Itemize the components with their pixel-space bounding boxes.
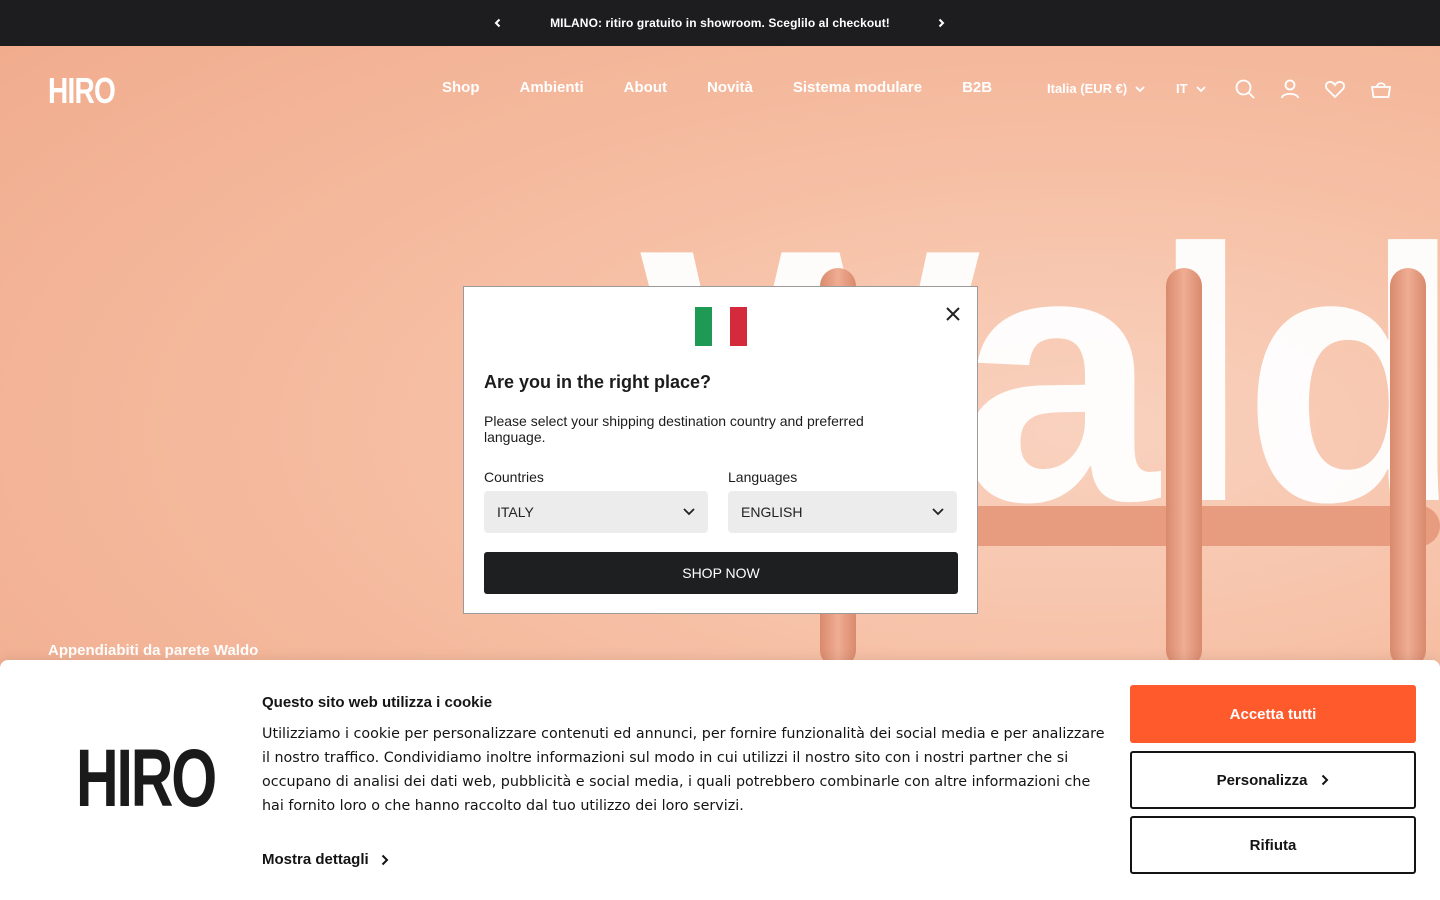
nav-item-shop[interactable]: Shop — [442, 79, 480, 96]
announcement-message: MILANO: ritiro gratuito in showroom. Sce… — [550, 16, 890, 30]
chevron-down-icon — [1195, 85, 1206, 92]
wishlist-button[interactable] — [1323, 77, 1347, 101]
modal-description: Please select your shipping destination … — [484, 413, 864, 445]
customize-label: Personalizza — [1216, 771, 1308, 789]
italy-flag-icon — [695, 307, 747, 346]
location-modal: Are you in the right place? Please selec… — [463, 286, 978, 614]
nav-item-sistema-modulare[interactable]: Sistema modulare — [793, 79, 922, 96]
language-selector[interactable]: IT — [1176, 81, 1206, 96]
countries-select-value: ITALY — [497, 504, 534, 520]
hero-peg-graphic — [1166, 268, 1202, 668]
nav-item-ambienti[interactable]: Ambienti — [520, 79, 584, 96]
modal-title: Are you in the right place? — [484, 372, 712, 392]
cookie-logo: HIRO — [76, 733, 217, 824]
heart-icon — [1325, 81, 1345, 99]
modal-close-button[interactable] — [941, 302, 965, 326]
cookie-banner: HIRO Questo sito web utilizza i cookie U… — [0, 660, 1440, 900]
close-icon — [946, 307, 960, 321]
user-icon — [1281, 79, 1299, 99]
customize-button[interactable]: Personalizza — [1130, 751, 1416, 809]
nav-item-novita[interactable]: Novità — [707, 79, 753, 96]
reject-button[interactable]: Rifiuta — [1130, 816, 1416, 874]
site-header: HIRO Shop Ambienti About Novità Sistema … — [0, 46, 1440, 132]
hero-peg-graphic — [1390, 268, 1426, 668]
accept-all-button[interactable]: Accetta tutti — [1130, 685, 1416, 743]
search-icon — [1235, 79, 1255, 99]
chevron-left-icon — [494, 18, 501, 28]
flag-stripe — [695, 307, 713, 346]
countries-label: Countries — [484, 469, 544, 485]
show-details-link[interactable]: Mostra dettagli — [262, 851, 389, 868]
cookie-text: Utilizziamo i cookie per personalizzare … — [262, 726, 1105, 814]
main-nav: Shop Ambienti About Novità Sistema modul… — [442, 79, 992, 96]
chevron-down-icon — [1135, 85, 1145, 92]
languages-label: Languages — [728, 469, 798, 485]
announcement-bar: MILANO: ritiro gratuito in showroom. Sce… — [0, 0, 1440, 46]
cookie-title: Questo sito web utilizza i cookie — [262, 694, 493, 711]
basket-icon — [1370, 82, 1392, 98]
country-selector-label: Italia (EUR €) — [1047, 81, 1128, 96]
languages-select[interactable]: ENGLISH — [728, 491, 957, 533]
language-selector-label: IT — [1176, 81, 1188, 96]
search-button[interactable] — [1233, 77, 1257, 101]
show-details-label: Mostra dettagli — [262, 851, 369, 868]
previous-announcement-button[interactable] — [488, 13, 508, 33]
chevron-right-icon — [381, 854, 389, 865]
nav-item-b2b[interactable]: B2B — [962, 79, 992, 96]
flag-stripe — [712, 307, 730, 346]
shop-now-button[interactable]: SHOP NOW — [484, 552, 958, 594]
nav-item-about[interactable]: About — [624, 79, 667, 96]
site-logo[interactable]: HIRO — [48, 70, 116, 112]
countries-select[interactable]: ITALY — [484, 491, 708, 533]
chevron-right-icon — [1322, 774, 1329, 786]
flag-stripe — [729, 307, 747, 346]
chevron-right-icon — [938, 18, 945, 28]
next-announcement-button[interactable] — [931, 13, 951, 33]
languages-select-value: ENGLISH — [741, 504, 803, 520]
hero-caption[interactable]: Appendiabiti da parete Waldo — [48, 642, 258, 659]
cart-button[interactable] — [1369, 77, 1393, 101]
chevron-down-icon — [683, 508, 695, 516]
country-selector[interactable]: Italia (EUR €) — [1047, 81, 1145, 96]
chevron-down-icon — [932, 508, 944, 516]
account-button[interactable] — [1278, 77, 1302, 101]
